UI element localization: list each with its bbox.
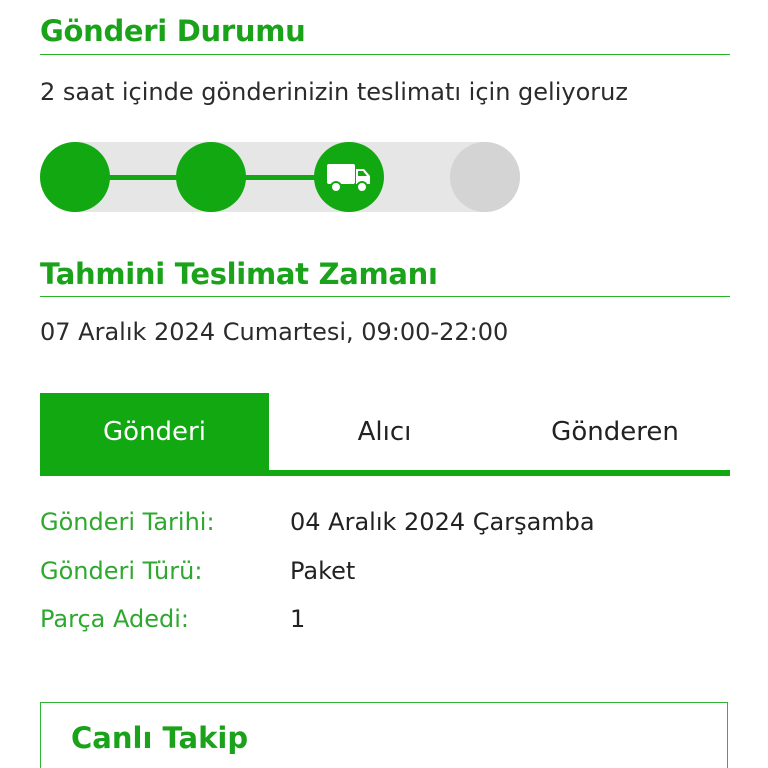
tab-gonderi[interactable]: Gönderi	[40, 393, 269, 470]
shipment-date-label: Gönderi Tarihi:	[40, 508, 215, 536]
progress-step-completed	[40, 142, 110, 212]
live-tracking-card[interactable]: Canlı Takip	[40, 702, 728, 768]
tab-gonderen[interactable]: Gönderen	[500, 393, 730, 470]
divider	[40, 54, 730, 55]
progress-step-current	[314, 142, 384, 212]
shipment-status-title: Gönderi Durumu	[40, 14, 306, 48]
estimated-delivery-value: 07 Aralık 2024 Cumartesi, 09:00-22:00	[40, 318, 509, 346]
estimated-delivery-title: Tahmini Teslimat Zamanı	[40, 257, 438, 291]
shipment-progress-tracker	[40, 142, 520, 212]
tab-alici[interactable]: Alıcı	[269, 393, 500, 470]
status-message: 2 saat içinde gönderinizin teslimatı içi…	[40, 78, 628, 106]
progress-step-completed	[176, 142, 246, 212]
info-tabs: Gönderi Alıcı Gönderen	[40, 393, 730, 477]
piece-count-value: 1	[290, 605, 306, 633]
divider	[40, 296, 730, 297]
progress-step-pending	[450, 142, 520, 212]
piece-count-label: Parça Adedi:	[40, 605, 189, 633]
shipment-type-label: Gönderi Türü:	[40, 557, 203, 585]
live-tracking-title: Canlı Takip	[71, 721, 249, 755]
shipment-type-value: Paket	[290, 557, 356, 585]
truck-icon	[327, 164, 370, 193]
tabs-underline	[40, 470, 730, 476]
shipment-date-value: 04 Aralık 2024 Çarşamba	[290, 508, 595, 536]
